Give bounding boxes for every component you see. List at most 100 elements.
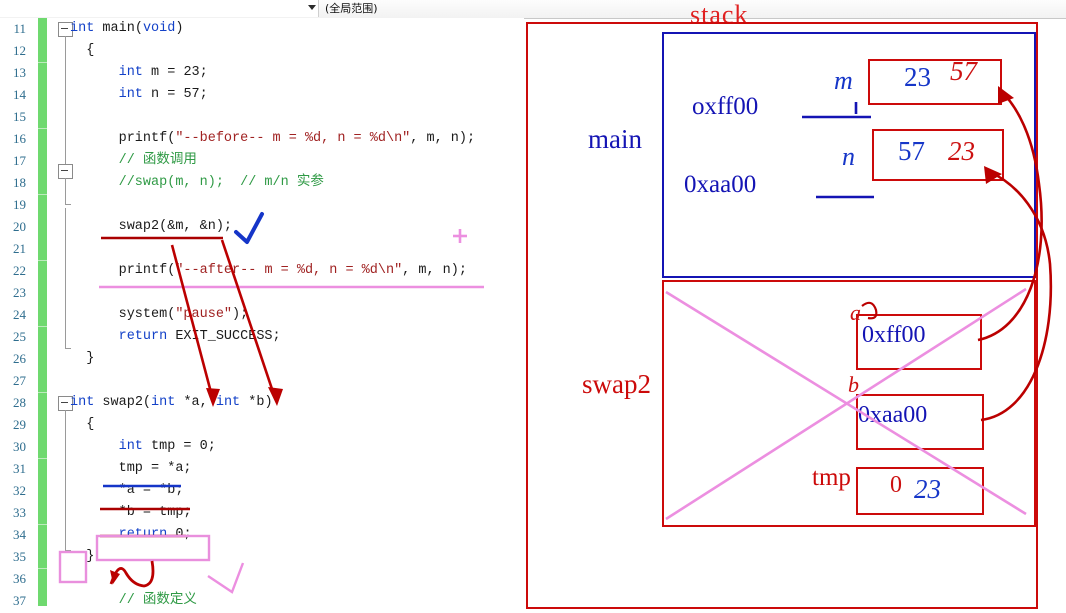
line-number: 15 <box>13 109 26 124</box>
code-token: // 函数定义 <box>118 593 197 608</box>
code-line[interactable]: //swap(m, n); // m/n 实参 <box>70 172 324 194</box>
handwritten-var-n: n <box>842 142 855 171</box>
code-token: "--after-- m = %d, n = %d\n" <box>175 263 403 278</box>
value-m-old: 23 <box>904 62 931 92</box>
swap2-address-b: 0xaa00 <box>858 402 928 428</box>
line-number: 22 <box>13 263 26 278</box>
code-line[interactable]: // 函数调用 <box>70 150 197 172</box>
line-number: 20 <box>13 219 26 234</box>
code-token: { <box>70 417 95 432</box>
line-number: 17 <box>13 153 26 168</box>
line-number: 23 <box>13 285 26 300</box>
code-token: int <box>215 395 241 410</box>
chevron-down-icon[interactable] <box>308 5 316 10</box>
code-line[interactable]: printf("--before-- m = %d, n = %d\n", m,… <box>70 128 476 150</box>
line-number: 16 <box>13 131 26 146</box>
line-number: 34 <box>13 527 26 542</box>
handwritten-var-m: m <box>834 66 853 95</box>
stack-diagram: stack main swap2 tmp oxff00 0xaa00 0xff0… <box>526 0 1060 613</box>
code-line[interactable]: int main(void) <box>70 18 183 40</box>
code-token: ( <box>134 21 143 36</box>
code-token: printf( <box>70 263 176 278</box>
code-token: ; <box>199 87 208 102</box>
code-token: ; <box>183 527 192 542</box>
code-token: n = <box>142 87 184 102</box>
value-n-old: 57 <box>898 136 925 166</box>
code-token: } <box>70 549 95 564</box>
code-token: //swap(m, n); // m/n 实参 <box>118 175 324 190</box>
code-line[interactable]: printf("--after-- m = %d, n = %d\n", m, … <box>70 260 467 282</box>
code-line[interactable]: { <box>70 414 94 436</box>
code-token: , m, n); <box>410 131 476 146</box>
line-number: 25 <box>13 329 26 344</box>
code-line[interactable]: swap2(&m, &n); <box>70 216 232 238</box>
code-line[interactable]: *a = *b; <box>70 480 184 502</box>
line-number: 12 <box>13 43 26 58</box>
code-line[interactable]: int n = 57; <box>70 84 208 106</box>
code-token: int <box>118 439 143 454</box>
code-token: ) <box>175 21 184 36</box>
code-token: printf( <box>70 131 176 146</box>
code-token: return <box>118 527 168 542</box>
line-number: 32 <box>13 483 26 498</box>
main-address-m: oxff00 <box>692 93 759 120</box>
line-number: 28 <box>13 395 26 410</box>
code-line[interactable]: int tmp = 0; <box>70 436 216 458</box>
line-number: 24 <box>13 307 26 322</box>
code-line[interactable]: *b = tmp; <box>70 502 192 524</box>
code-token: system( <box>70 307 176 322</box>
scope-label: (全局范围) <box>325 2 378 15</box>
tmp-label: tmp <box>812 464 851 491</box>
code-token: tmp = *a; <box>70 461 192 476</box>
code-line[interactable]: int m = 23; <box>70 62 208 84</box>
line-number: 27 <box>13 373 26 388</box>
code-line[interactable]: return 0; <box>70 524 192 546</box>
handwritten-var-b: b <box>848 372 859 397</box>
main-frame-label: main <box>588 124 642 154</box>
change-bar <box>38 18 47 606</box>
member-combo[interactable] <box>0 0 319 17</box>
line-number: 31 <box>13 461 26 476</box>
code-token: int <box>118 65 143 80</box>
code-token: int <box>70 21 95 36</box>
code-line[interactable]: system("pause"); <box>70 304 249 326</box>
code-token: 57 <box>183 87 200 102</box>
memory-cell-b: 0xaa00 <box>856 394 984 450</box>
code-editor[interactable]: 11 12 13 14 15 16 17 18 19 20 21 22 23 24 25 26 27 28 29 30… <box>0 18 524 613</box>
code-token: ; <box>199 65 208 80</box>
line-number: 29 <box>13 417 26 432</box>
memory-cell-a: 0xff00 <box>856 314 982 370</box>
value-tmp-new: 23 <box>914 474 941 504</box>
code-text-area[interactable]: int main(void) { int m = 23; int n = 57;… <box>70 18 524 613</box>
code-token: void <box>142 21 176 36</box>
code-line[interactable]: // 函数定义 <box>70 590 197 612</box>
code-line[interactable]: } <box>70 546 94 568</box>
line-number-gutter: 11 12 13 14 15 16 17 18 19 20 21 22 23 24 25 26 27 28 29 30… <box>0 18 30 613</box>
memory-cell-n <box>872 129 1004 181</box>
code-token: ); <box>232 307 249 322</box>
line-number: 35 <box>13 549 26 564</box>
line-number: 14 <box>13 87 26 102</box>
code-token: *b = tmp; <box>70 505 192 520</box>
code-line[interactable]: tmp = *a; <box>70 458 192 480</box>
code-line[interactable]: { <box>70 40 94 62</box>
code-token: *a = *b; <box>70 483 184 498</box>
code-line[interactable]: return EXIT_SUCCESS; <box>70 326 281 348</box>
line-number: 11 <box>13 21 26 36</box>
code-token: m = <box>142 65 184 80</box>
code-line[interactable]: } <box>70 348 94 370</box>
handwritten-var-a: a <box>850 300 861 325</box>
code-line[interactable]: int swap2(int *a, int *b) <box>70 392 273 414</box>
line-number: 37 <box>13 593 26 608</box>
main-address-n: 0xaa00 <box>684 171 757 198</box>
line-number: 19 <box>13 197 26 212</box>
code-token: "pause" <box>175 307 233 322</box>
code-token: } <box>70 351 95 366</box>
code-token: *b) <box>240 395 273 410</box>
